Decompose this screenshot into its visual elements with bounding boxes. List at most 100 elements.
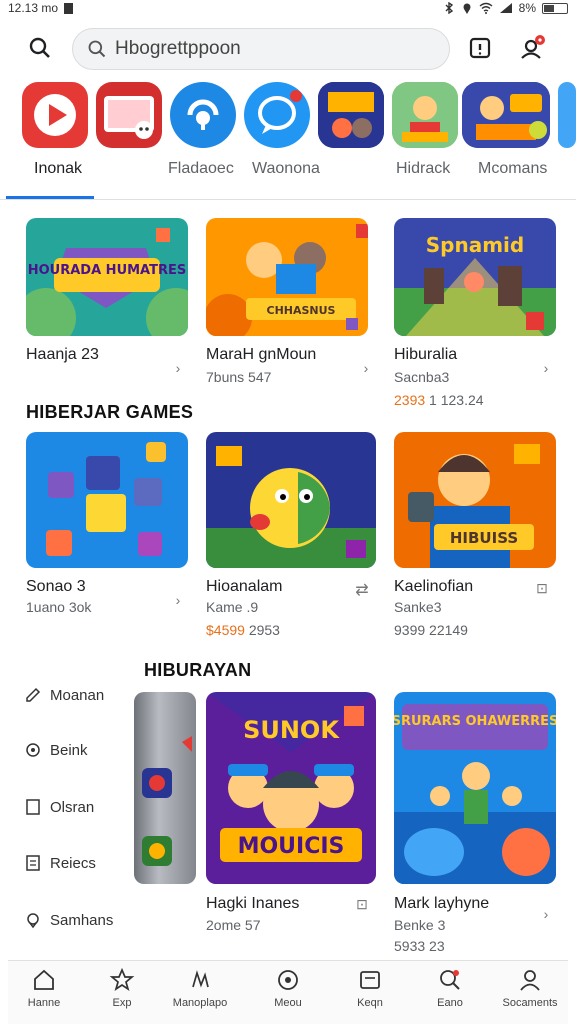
more-chevron-icon[interactable]: › bbox=[170, 592, 186, 608]
more-chevron-icon[interactable]: › bbox=[538, 360, 554, 376]
square-icon bbox=[26, 799, 40, 815]
location-pin-icon bbox=[27, 913, 39, 929]
nav-explore[interactable]: Exp bbox=[82, 967, 162, 1009]
game-card-image[interactable]: HIBUISS bbox=[394, 432, 556, 568]
app-icon-game-red[interactable] bbox=[96, 82, 162, 148]
app-icon-partial[interactable] bbox=[558, 82, 576, 148]
games-icon bbox=[192, 970, 209, 988]
app-icon-game-1[interactable] bbox=[318, 82, 384, 148]
game-card-image[interactable]: SRURARS OHAWERRES bbox=[394, 692, 556, 884]
app-icon-game-3[interactable] bbox=[462, 82, 550, 148]
bottom-navigation: Hanne Exp Manoplapo Meou Keqn Eano Socam… bbox=[8, 960, 568, 1024]
tab-mcomans[interactable]: Mcomans bbox=[478, 160, 547, 178]
app-icon-chat[interactable] bbox=[244, 82, 310, 148]
library-icon bbox=[360, 971, 380, 989]
game-card-image[interactable]: CHHASNUS bbox=[206, 218, 368, 336]
more-chevron-icon[interactable]: › bbox=[170, 360, 186, 376]
top-bar: Hbogrettppoon bbox=[0, 22, 576, 74]
game-subtitle: 7buns 547 bbox=[206, 369, 272, 385]
side-menu-item[interactable]: Beink bbox=[24, 741, 88, 759]
wifi-icon bbox=[479, 2, 493, 14]
status-time: 12.13 mo bbox=[8, 1, 59, 15]
account-icon[interactable] bbox=[512, 28, 552, 68]
card-banner-text: Spnamid bbox=[426, 233, 524, 257]
side-menu-label: Samhans bbox=[50, 911, 114, 929]
more-chevron-icon[interactable]: › bbox=[358, 360, 374, 376]
nav-label: Hanne bbox=[27, 997, 61, 1009]
app-icon-audio[interactable] bbox=[170, 82, 236, 148]
game-title: Mark layhyne bbox=[394, 895, 490, 912]
search-icon[interactable] bbox=[20, 28, 60, 68]
tab-hidrack[interactable]: Hidrack bbox=[396, 160, 450, 178]
game-card-image[interactable] bbox=[26, 432, 188, 568]
game-subtitle: Sacnba3 bbox=[394, 369, 450, 385]
more-chevron-icon[interactable]: › bbox=[538, 906, 554, 922]
play-store-app: { "status_bar": { "time": "12.13 mo", "b… bbox=[0, 0, 576, 1024]
settings-icon bbox=[26, 743, 40, 757]
battery-percent: 8% bbox=[518, 1, 536, 15]
nav-meou[interactable]: Meou bbox=[248, 967, 328, 1009]
nav-eano[interactable]: Eano bbox=[410, 967, 490, 1009]
game-card-image[interactable]: HOURADA HUMATRES bbox=[26, 218, 188, 336]
game-price: 9399 22149 bbox=[394, 622, 468, 638]
game-price: 5933 23 bbox=[394, 938, 445, 954]
game-title: Sonao 3 bbox=[26, 578, 86, 595]
game-title: Hioanalam bbox=[206, 578, 283, 595]
game-title: MaraH gnMoun bbox=[206, 346, 317, 363]
side-menu-label: Reiecs bbox=[50, 854, 96, 872]
card-banner-text: CHHASNUS bbox=[267, 304, 336, 317]
active-tab-indicator bbox=[6, 196, 94, 199]
options-icon[interactable]: ⊡ bbox=[534, 580, 550, 597]
notifications-icon[interactable] bbox=[460, 28, 500, 68]
game-title: Haanja 23 bbox=[26, 346, 99, 363]
side-menu-item[interactable]: Samhans bbox=[24, 911, 113, 929]
side-menu-item[interactable]: Olsran bbox=[24, 798, 94, 816]
share-icon[interactable]: ⇄ bbox=[354, 580, 370, 600]
notification-icon bbox=[64, 2, 74, 14]
game-subtitle: 2ome 57 bbox=[206, 917, 261, 933]
edit-icon bbox=[26, 687, 41, 702]
tab-fladaoec[interactable]: Fladaoec bbox=[168, 160, 234, 178]
app-icon-game-2[interactable] bbox=[392, 82, 458, 148]
side-menu-item[interactable]: Reiecs bbox=[24, 854, 96, 872]
side-menu-label: Beink bbox=[50, 741, 88, 759]
game-subtitle: 1uano 3ok bbox=[26, 599, 92, 615]
home-icon bbox=[34, 969, 54, 990]
nav-home[interactable]: Hanne bbox=[4, 967, 84, 1009]
card-banner-text: SRURARS OHAWERRES bbox=[394, 714, 556, 729]
list-icon bbox=[26, 855, 40, 871]
game-subtitle: Benke 3 bbox=[394, 917, 446, 933]
circle-icon bbox=[278, 970, 298, 990]
location-icon bbox=[463, 3, 471, 14]
price-value: 1 123.24 bbox=[429, 392, 484, 408]
nav-label: Socaments bbox=[502, 997, 558, 1009]
signal-icon bbox=[499, 3, 512, 13]
tab-waonona[interactable]: Waonona bbox=[252, 160, 320, 178]
price-accent: $4599 bbox=[206, 622, 245, 638]
game-card-image[interactable]: SUNOK MOUICIS bbox=[206, 692, 376, 884]
card-banner-text: MOUICIS bbox=[238, 834, 345, 859]
game-card-image[interactable]: Spnamid bbox=[394, 218, 556, 336]
nav-account[interactable]: Socaments bbox=[490, 967, 570, 1009]
nav-keqn[interactable]: Keqn bbox=[330, 967, 410, 1009]
nav-manoplapo[interactable]: Manoplapo bbox=[160, 967, 240, 1009]
bluetooth-icon bbox=[445, 2, 453, 14]
search-input[interactable]: Hbogrettppoon bbox=[72, 28, 450, 70]
nav-label: Manoplapo bbox=[172, 997, 228, 1009]
bookmark-icon[interactable]: ⊡ bbox=[354, 896, 370, 913]
search-field-icon bbox=[88, 40, 106, 58]
app-icon-video[interactable] bbox=[22, 82, 88, 148]
game-title: Hiburalia bbox=[394, 346, 458, 363]
explore-icon bbox=[109, 967, 135, 991]
status-bar: 12.13 mo 8% bbox=[0, 0, 576, 16]
category-tabs: Inonak Fladaoec Waonona Hidrack Mcomans bbox=[0, 158, 576, 200]
side-menu-label: Moanan bbox=[50, 686, 105, 704]
game-card-image[interactable] bbox=[206, 432, 376, 568]
nav-label: Eano bbox=[437, 997, 463, 1009]
side-menu-item[interactable]: Moanan bbox=[24, 686, 104, 704]
profile-icon bbox=[520, 970, 540, 991]
game-price: $4599 2953 bbox=[206, 622, 280, 638]
card-banner-text: HOURADA HUMATRES bbox=[28, 263, 186, 278]
tab-inonak[interactable]: Inonak bbox=[34, 160, 82, 178]
battery-icon bbox=[542, 2, 568, 14]
